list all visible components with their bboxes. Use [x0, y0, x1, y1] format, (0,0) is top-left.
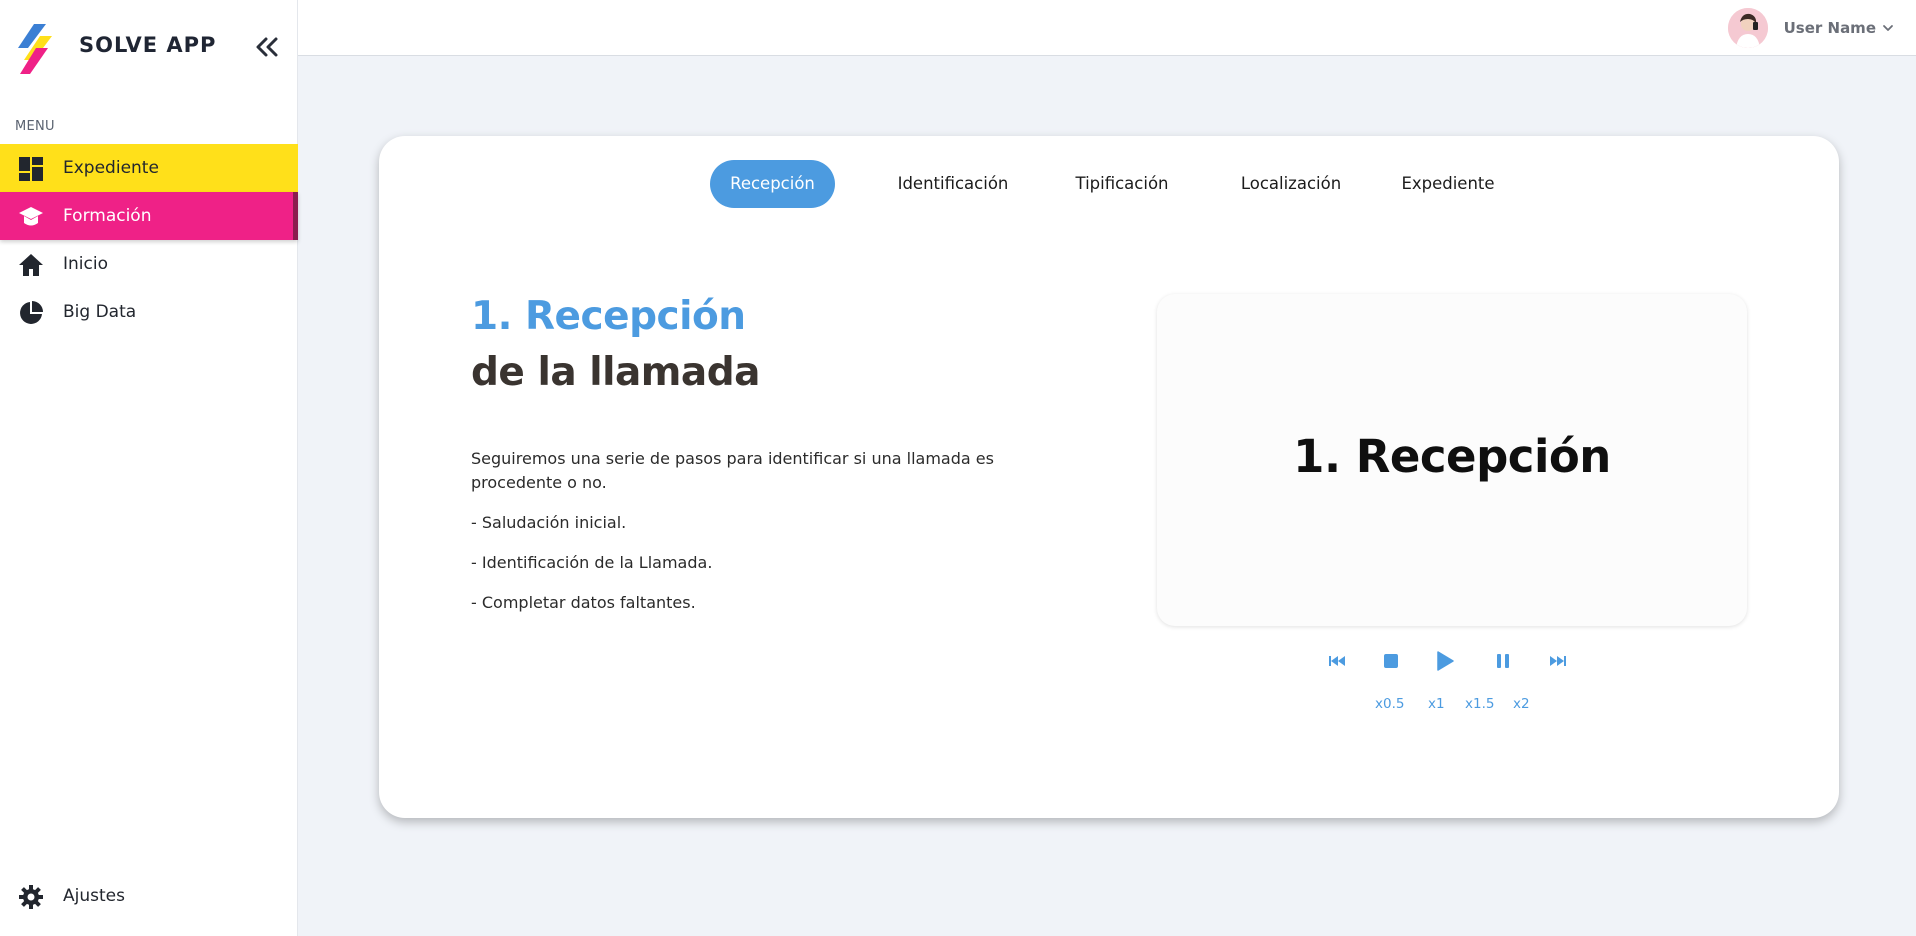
sidebar-item-label: Big Data — [63, 302, 137, 322]
lesson-card: Recepción Identificación Tipificación Lo… — [379, 136, 1839, 818]
lesson-title: de la llamada — [471, 350, 760, 395]
collapse-sidebar-button[interactable] — [252, 34, 282, 60]
double-chevron-left-icon — [256, 37, 278, 57]
active-indicator — [293, 192, 298, 240]
skip-forward-icon — [1550, 656, 1566, 666]
step-tabs: Recepción Identificación Tipificación Lo… — [379, 160, 1839, 208]
menu-label: MENU — [15, 119, 55, 134]
lesson-title-accent: 1. Recepción — [471, 294, 746, 339]
stop-button[interactable] — [1379, 646, 1403, 676]
speed-option[interactable]: x1 — [1428, 696, 1445, 712]
tab-expediente[interactable]: Expediente — [1393, 160, 1503, 208]
skip-back-icon — [1329, 656, 1345, 666]
play-icon — [1437, 651, 1454, 671]
sidebar-item-label: Inicio — [63, 254, 108, 274]
avatar — [1727, 8, 1768, 48]
skip-back-button[interactable] — [1325, 646, 1349, 676]
lesson-step: - Identificación de la Llamada. — [471, 553, 713, 572]
video-player[interactable]: 1. Recepción — [1157, 294, 1747, 626]
lesson-step: - Saludación inicial. — [471, 513, 627, 532]
user-name: User Name — [1783, 19, 1876, 37]
tab-identificacion[interactable]: Identificación — [878, 160, 1028, 208]
speed-option[interactable]: x0.5 — [1375, 696, 1404, 712]
home-icon — [19, 254, 43, 276]
lesson-step: - Completar datos faltantes. — [471, 593, 696, 612]
video-title: 1. Recepción — [1293, 430, 1611, 483]
sidebar-item-label: Formación — [63, 206, 152, 226]
speed-option[interactable]: x1.5 — [1465, 696, 1494, 712]
app-logo-icon — [18, 24, 52, 74]
tab-recepcion[interactable]: Recepción — [710, 160, 835, 208]
pause-button[interactable] — [1492, 646, 1514, 676]
sidebar-item-label: Ajustes — [63, 886, 125, 906]
avatar-image — [1727, 8, 1768, 48]
tab-tipificacion[interactable]: Tipificación — [1062, 160, 1182, 208]
sidebar-item-ajustes[interactable]: Ajustes — [0, 872, 298, 920]
user-menu[interactable]: User Name — [1727, 8, 1894, 48]
top-bar: User Name — [298, 0, 1916, 56]
player-controls — [379, 646, 1839, 676]
sidebar-item-inicio[interactable]: Inicio — [0, 240, 298, 288]
dashboard-icon — [19, 157, 43, 181]
brand: SOLVE APP — [0, 0, 298, 96]
sidebar-item-formacion[interactable]: Formación — [0, 192, 298, 240]
chevron-down-icon — [1883, 25, 1893, 31]
playback-speeds: x0.5 x1 x1.5 x2 — [379, 696, 1839, 716]
gear-icon — [19, 885, 43, 909]
pause-icon — [1497, 654, 1509, 668]
play-button[interactable] — [1432, 646, 1458, 676]
sidebar: SOLVE APP MENU Expediente Formación Inic… — [0, 0, 298, 936]
graduation-cap-icon — [19, 207, 43, 226]
app-name: SOLVE APP — [79, 33, 217, 57]
lesson-intro: Seguiremos una serie de pasos para ident… — [471, 449, 994, 492]
sidebar-item-big-data[interactable]: Big Data — [0, 288, 298, 336]
stop-icon — [1384, 654, 1398, 668]
tab-localizacion[interactable]: Localización — [1222, 160, 1360, 208]
skip-forward-button[interactable] — [1546, 646, 1570, 676]
pie-chart-icon — [20, 301, 43, 324]
sidebar-item-expediente[interactable]: Expediente — [0, 144, 298, 192]
speed-option[interactable]: x2 — [1513, 696, 1530, 712]
sidebar-item-label: Expediente — [63, 158, 159, 178]
